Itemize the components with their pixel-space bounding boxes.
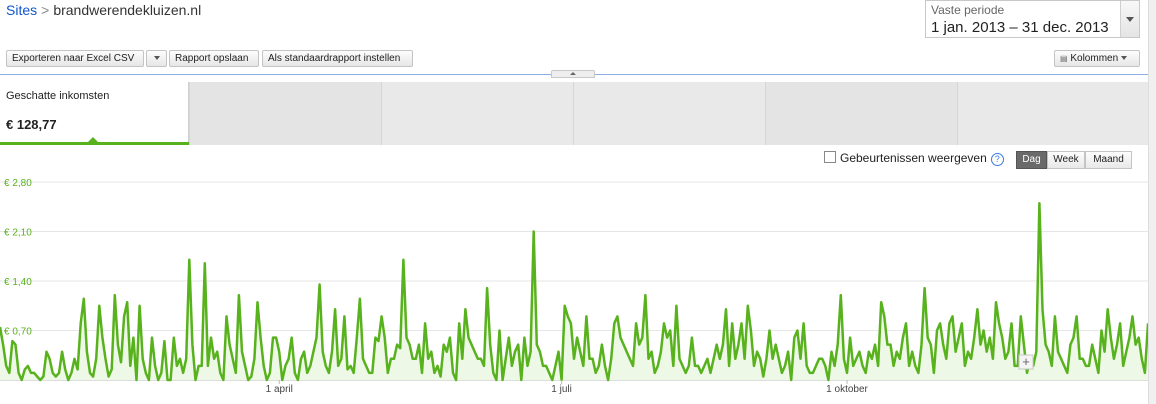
columns-label: Kolommen <box>1070 53 1119 64</box>
save-report-button[interactable]: Rapport opslaan <box>169 50 259 67</box>
zoom-button[interactable]: + <box>1018 354 1034 370</box>
metric-underline <box>0 142 189 145</box>
metric-slot-empty[interactable] <box>957 82 1149 145</box>
metric-slot-empty[interactable] <box>765 82 958 145</box>
columns-icon: ▤ <box>1060 54 1068 63</box>
columns-button[interactable]: ▤ Kolommen <box>1054 50 1140 67</box>
breadcrumb-site: brandwerendekluizen.nl <box>53 2 202 18</box>
y-tick-label: € 1,40 <box>4 277 32 288</box>
chevron-down-icon[interactable] <box>1120 1 1139 37</box>
earnings-chart: € 2,80 € 2,10 € 1,40 € 0,70 1 april 1 juli 1 … <box>0 178 1148 395</box>
x-tick-label: 1 oktober <box>826 384 868 395</box>
events-checkbox[interactable] <box>824 151 836 163</box>
date-range-picker[interactable]: Vaste periode 1 jan. 2013 – 31 dec. 2013 <box>925 0 1140 38</box>
granularity-day[interactable]: Dag <box>1016 151 1047 169</box>
metric-slot-empty[interactable] <box>573 82 766 145</box>
granularity-week[interactable]: Week <box>1047 151 1085 169</box>
breadcrumb: Sites > brandwerendekluizen.nl <box>6 2 201 18</box>
set-default-report-button[interactable]: Als standaardrapport instellen <box>262 50 413 67</box>
events-label: Gebeurtenissen weergeven <box>840 151 987 165</box>
help-icon[interactable]: ? <box>990 153 1004 166</box>
events-toggle[interactable]: Gebeurtenissen weergeven? <box>824 151 1004 166</box>
metric-slot-empty[interactable] <box>381 82 574 145</box>
x-tick-label: 1 juli <box>551 384 572 395</box>
collapse-toggle[interactable] <box>551 70 595 78</box>
metric-estimated-earnings[interactable]: Geschatte inkomsten € 128,77 <box>0 82 189 145</box>
y-tick-label: € 2,80 <box>4 178 32 189</box>
metric-slot-empty[interactable] <box>189 82 382 145</box>
breadcrumb-sites-link[interactable]: Sites <box>6 2 37 18</box>
date-range-label: Vaste periode <box>931 3 1005 17</box>
date-range-value: 1 jan. 2013 – 31 dec. 2013 <box>931 19 1109 36</box>
y-tick-label: € 2,10 <box>4 228 32 239</box>
export-menu-button[interactable] <box>146 50 167 67</box>
export-csv-button[interactable]: Exporteren naar Excel CSV <box>6 50 144 67</box>
svg-text:+: + <box>1022 354 1030 369</box>
scrollbar[interactable] <box>1148 0 1156 404</box>
y-tick-label: € 0,70 <box>4 327 32 338</box>
breadcrumb-separator: > <box>41 2 50 18</box>
granularity-month[interactable]: Maand <box>1085 151 1132 169</box>
chevron-down-icon <box>1120 56 1127 61</box>
x-tick-label: 1 april <box>266 384 293 395</box>
metric-name: Geschatte inkomsten <box>6 90 110 102</box>
chevron-down-icon <box>153 56 160 61</box>
metric-value: € 128,77 <box>6 117 57 132</box>
